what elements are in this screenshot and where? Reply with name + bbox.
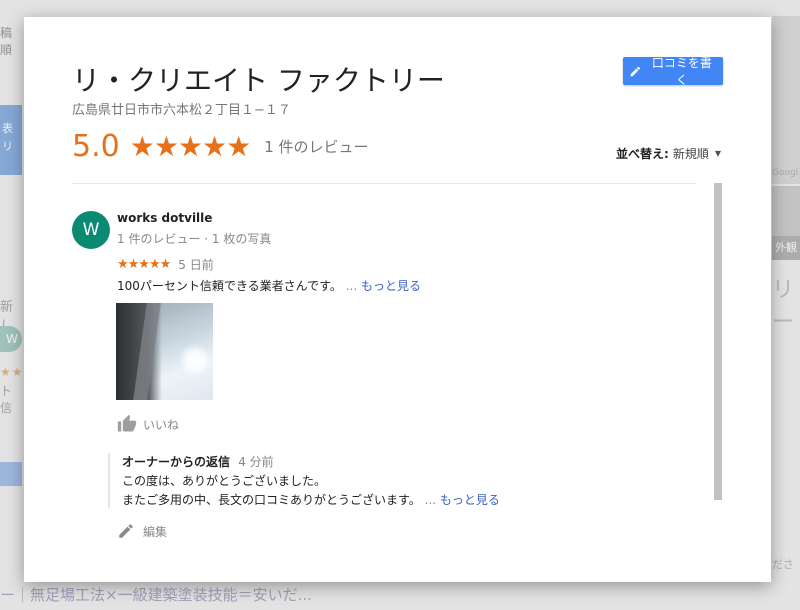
owner-reply-line-2-text: またご多用の中、長文の口コミありがとうございます。 (122, 493, 421, 507)
review-rating-row: ★★★★★ 5 日前 (117, 256, 214, 273)
like-label: いいね (143, 417, 180, 432)
edit-pencil-icon (119, 524, 133, 538)
rating-summary: 5.0 ★★★★★ 1 件のレビュー (72, 129, 369, 164)
review-ellipsis: ... (345, 279, 358, 293)
rating-value: 5.0 (72, 129, 120, 164)
owner-reply-title: オーナーからの返信 (122, 455, 231, 469)
owner-reply-line-1: この度は、ありがとうございました。 (122, 474, 327, 488)
pencil-icon (630, 66, 641, 76)
business-address: 広島県廿日市市六本松２丁目１−１７ (72, 103, 291, 118)
sort-value: 新規順 (672, 147, 709, 161)
owner-reply: オーナーからの返信 4 分前 この度は、ありがとうございました。 またご多用の中… (108, 453, 682, 508)
reviewer-avatar[interactable]: W (72, 211, 110, 249)
sort-label: 並べ替え: (616, 147, 669, 161)
sort-dropdown[interactable]: 並べ替え: 新規順 ▼ (616, 145, 721, 162)
review-stars: ★★★★★ (117, 257, 171, 272)
review-photo[interactable] (116, 303, 213, 400)
reviewer-meta: 1 件のレビュー · 1 枚の写真 (117, 232, 272, 246)
rating-stars: ★★★★★ (129, 130, 252, 163)
business-title: リ・クリエイト ファクトリー (72, 64, 445, 97)
reviews-dialog: リ・クリエイト ファクトリー 広島県廿日市市六本松２丁目１−１７ 口コミを書く … (24, 17, 771, 582)
review-count: 1 件のレビュー (264, 138, 369, 156)
review-more-link[interactable]: もっと見る (361, 279, 421, 293)
owner-reply-ellipsis: ... (424, 493, 437, 507)
review-date: 5 日前 (178, 258, 214, 272)
owner-reply-more-link[interactable]: もっと見る (440, 493, 500, 507)
thumbs-up-icon (117, 414, 137, 432)
header-divider (72, 183, 696, 184)
owner-reply-line-2: またご多用の中、長文の口コミありがとうございます。 ... もっと見る (122, 491, 682, 508)
write-review-label: 口コミを書く (651, 56, 712, 87)
review-text: 100パーセント信頼できる業者さんです。 ... もっと見る (117, 277, 421, 294)
owner-reply-time: 4 分前 (238, 455, 274, 469)
review-body: 100パーセント信頼できる業者さんです。 (117, 279, 342, 293)
like-button[interactable]: いいね (117, 414, 179, 434)
edit-reply-button[interactable]: 編集 (117, 522, 167, 540)
edit-label: 編集 (143, 524, 168, 539)
photo-sun-glare (178, 343, 212, 377)
write-review-button[interactable]: 口コミを書く (623, 56, 723, 87)
dropdown-caret-icon: ▼ (714, 149, 721, 158)
owner-reply-heading: オーナーからの返信 4 分前 (122, 453, 682, 470)
scrollbar[interactable] (714, 183, 722, 500)
reviewer-name[interactable]: works dotville (117, 211, 212, 225)
